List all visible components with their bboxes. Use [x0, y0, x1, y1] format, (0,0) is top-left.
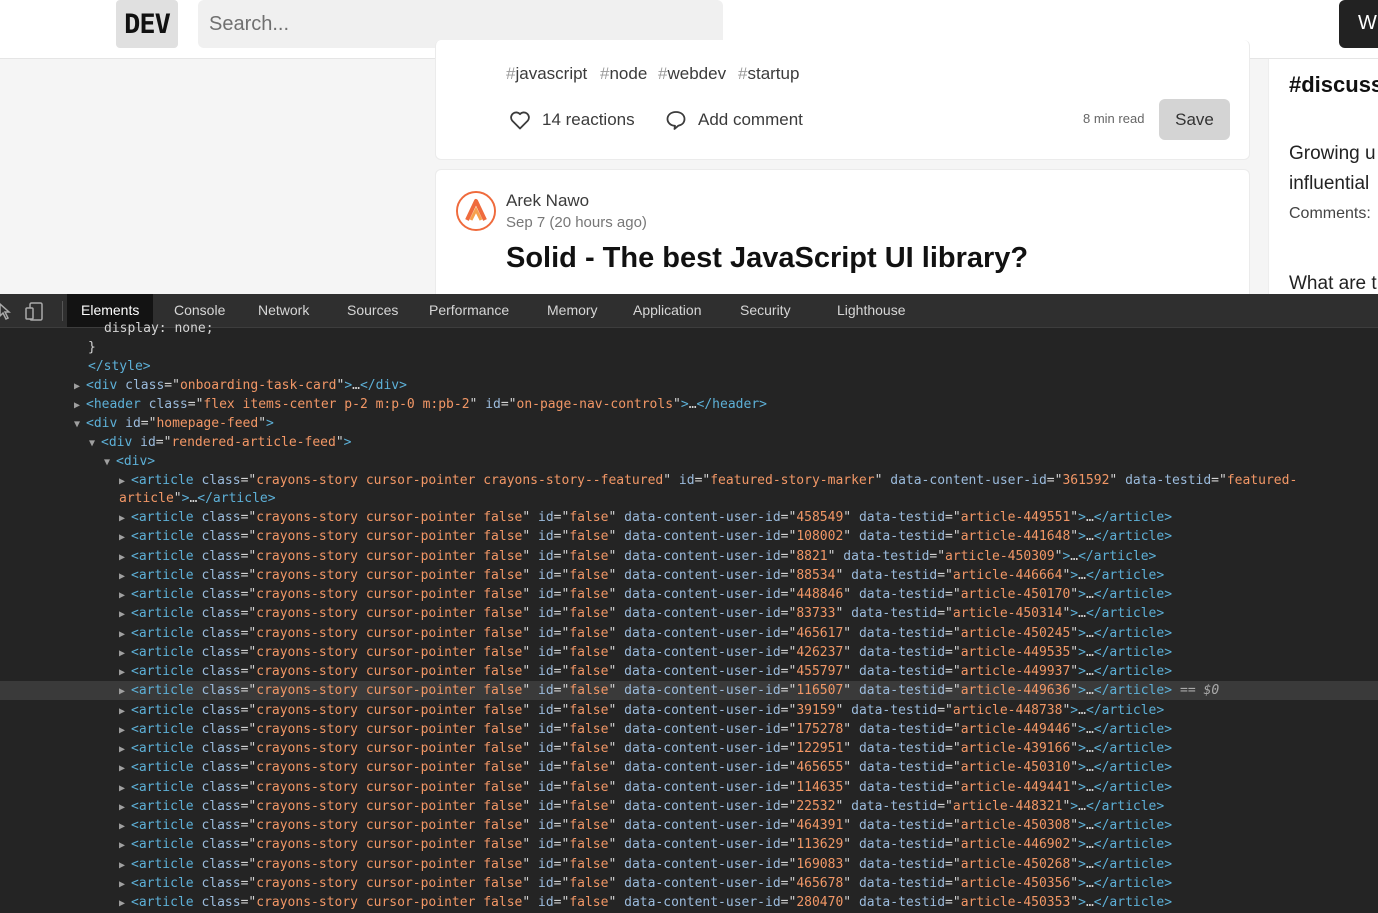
- save-button[interactable]: Save: [1159, 99, 1230, 140]
- dom-node-article[interactable]: ▶ <article class="crayons-story cursor-po…: [0, 508, 1378, 527]
- sidebar-post-line: influential: [1289, 173, 1370, 194]
- tag-link[interactable]: #node: [600, 64, 647, 84]
- dom-node-article[interactable]: ▶ <article class="crayons-story cursor-po…: [0, 835, 1378, 854]
- expand-arrow-icon[interactable]: ▶: [74, 396, 86, 415]
- css-line: }: [88, 340, 96, 355]
- expand-arrow-icon[interactable]: ▶: [119, 548, 131, 567]
- dom-node-article[interactable]: ▶ <article class="crayons-story cursor-po…: [0, 778, 1378, 797]
- expand-arrow-icon[interactable]: ▶: [119, 663, 131, 682]
- dom-node-article[interactable]: ▶ <article class="crayons-story cursor-po…: [0, 547, 1378, 566]
- dom-node-article[interactable]: ▶ <article class="crayons-story cursor-po…: [0, 566, 1378, 585]
- add-comment-button[interactable]: Add comment: [664, 107, 803, 133]
- expand-arrow-icon[interactable]: ▶: [119, 856, 131, 875]
- collapse-arrow-icon[interactable]: ▼: [89, 434, 101, 453]
- dom-node-article[interactable]: ▶ <article class="crayons-story cursor-po…: [0, 681, 1378, 701]
- dom-node[interactable]: </style>: [0, 357, 1378, 376]
- sidebar-post-line: Growing u: [1289, 143, 1376, 164]
- dev-page: DEV W #javascript #node #webdev #startup…: [0, 0, 1378, 294]
- dom-node-article[interactable]: ▶ <article class="crayons-story cursor-po…: [0, 893, 1378, 912]
- post-date[interactable]: Sep 7 (20 hours ago): [506, 214, 647, 231]
- selected-node-marker: == $0: [1180, 683, 1220, 699]
- expand-arrow-icon[interactable]: ▶: [119, 894, 131, 913]
- dom-node-article[interactable]: ▶ <article class="crayons-story cursor-po…: [0, 855, 1378, 874]
- sidebar-post-link[interactable]: Growing u influential: [1289, 139, 1376, 199]
- expand-arrow-icon[interactable]: ▶: [74, 377, 86, 396]
- collapse-arrow-icon[interactable]: ▼: [74, 415, 86, 434]
- toolbar-divider: [62, 301, 63, 321]
- write-post-button[interactable]: W: [1339, 0, 1378, 48]
- expand-arrow-icon[interactable]: ▶: [119, 817, 131, 836]
- dom-node[interactable]: ▼ <div id="homepage-feed">: [0, 414, 1378, 433]
- expand-arrow-icon[interactable]: ▶: [119, 740, 131, 759]
- expand-arrow-icon[interactable]: ▶: [119, 586, 131, 605]
- expand-arrow-icon[interactable]: ▶: [119, 702, 131, 721]
- devtools-panel: Elements Console Network Sources Perform…: [0, 294, 1378, 913]
- right-sidebar: #discuss Growing u influential Comments:…: [1268, 59, 1378, 294]
- article-card[interactable]: Arek Nawo Sep 7 (20 hours ago) Solid - T…: [435, 169, 1250, 294]
- elements-dom-tree: display: none; } </style> ▶ <div class="o…: [0, 321, 1378, 913]
- avatar-logo-icon: [458, 193, 494, 229]
- dom-node-article[interactable]: ▶ <article class="crayons-story cursor-po…: [0, 720, 1378, 739]
- author-name[interactable]: Arek Nawo: [506, 191, 589, 211]
- dom-node-featured-article[interactable]: ▶ <article class="crayons-story cursor-po…: [0, 471, 1378, 490]
- expand-arrow-icon[interactable]: ▶: [119, 605, 131, 624]
- dom-node-article[interactable]: ▶ <article class="crayons-story cursor-po…: [0, 701, 1378, 720]
- reactions-count: 14 reactions: [542, 110, 635, 129]
- dom-node-article[interactable]: ▶ <article class="crayons-story cursor-po…: [0, 758, 1378, 777]
- author-avatar[interactable]: [456, 191, 496, 231]
- sidebar-comments-count: Comments:: [1289, 205, 1371, 222]
- sidebar-post-link[interactable]: What are t: [1289, 273, 1377, 294]
- dom-node[interactable]: ▼ <div>: [0, 452, 1378, 471]
- article-title[interactable]: Solid - The best JavaScript UI library?: [506, 242, 1028, 275]
- dom-node-continuation: article">…</article>: [119, 491, 276, 506]
- article-card[interactable]: #javascript #node #webdev #startup 14 re…: [435, 40, 1250, 160]
- sidebar-heading[interactable]: #discuss: [1289, 72, 1378, 98]
- comment-icon: [666, 111, 686, 130]
- dom-node-article[interactable]: ▶ <article class="crayons-story cursor-po…: [0, 874, 1378, 893]
- heart-icon: [510, 111, 530, 130]
- expand-arrow-icon[interactable]: ▶: [119, 836, 131, 855]
- reactions-button[interactable]: 14 reactions: [508, 107, 635, 133]
- tag-link[interactable]: #webdev: [658, 64, 726, 84]
- expand-arrow-icon[interactable]: ▶: [119, 779, 131, 798]
- read-time: 8 min read: [1083, 111, 1145, 126]
- expand-arrow-icon[interactable]: ▶: [119, 625, 131, 644]
- tag-link[interactable]: #startup: [738, 64, 799, 84]
- dom-node-article[interactable]: ▶ <article class="crayons-story cursor-po…: [0, 797, 1378, 816]
- expand-arrow-icon[interactable]: ▶: [119, 721, 131, 740]
- dom-node[interactable]: ▶ <div class="onboarding-task-card">…</di…: [0, 376, 1378, 395]
- expand-arrow-icon[interactable]: ▶: [119, 875, 131, 894]
- tag-link[interactable]: #javascript: [506, 64, 587, 84]
- expand-arrow-icon[interactable]: ▶: [119, 509, 131, 528]
- dom-node-article[interactable]: ▶ <article class="crayons-story cursor-po…: [0, 585, 1378, 604]
- dom-node-article[interactable]: ▶ <article class="crayons-story cursor-po…: [0, 527, 1378, 546]
- expand-arrow-icon[interactable]: ▶: [119, 528, 131, 547]
- expand-arrow-icon[interactable]: ▶: [119, 759, 131, 778]
- dom-node-article[interactable]: ▶ <article class="crayons-story cursor-po…: [0, 816, 1378, 835]
- dom-node-article[interactable]: ▶ <article class="crayons-story cursor-po…: [0, 624, 1378, 643]
- expand-arrow-icon[interactable]: ▶: [119, 682, 131, 701]
- dom-node-article[interactable]: ▶ <article class="crayons-story cursor-po…: [0, 643, 1378, 662]
- dom-node-article[interactable]: ▶ <article class="crayons-story cursor-po…: [0, 662, 1378, 681]
- dom-node-article[interactable]: ▶ <article class="crayons-story cursor-po…: [0, 604, 1378, 623]
- expand-arrow-icon[interactable]: ▶: [119, 567, 131, 586]
- expand-arrow-icon[interactable]: ▶: [119, 798, 131, 817]
- dom-node[interactable]: ▶ <header class="flex items-center p-2 m:…: [0, 395, 1378, 414]
- css-line: display: none;: [104, 321, 214, 336]
- expand-arrow-icon[interactable]: ▶: [119, 644, 131, 663]
- dom-node[interactable]: ▼ <div id="rendered-article-feed">: [0, 433, 1378, 452]
- dom-node-article[interactable]: ▶ <article class="crayons-story cursor-po…: [0, 739, 1378, 758]
- add-comment-label: Add comment: [698, 110, 803, 129]
- collapse-arrow-icon[interactable]: ▼: [104, 453, 116, 472]
- dev-logo[interactable]: DEV: [116, 0, 178, 48]
